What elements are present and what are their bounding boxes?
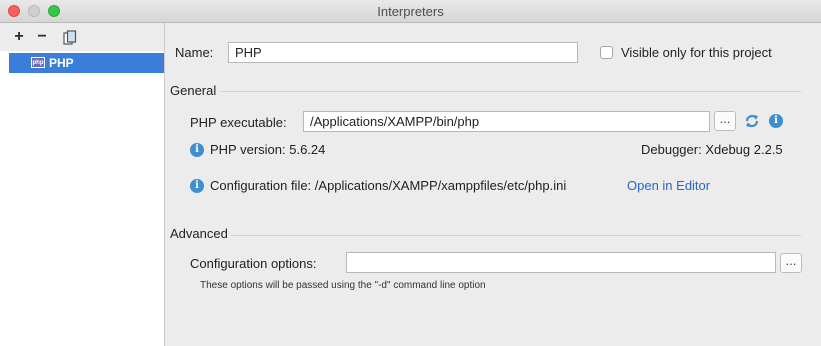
- php-version-info-icon: i: [190, 143, 204, 157]
- copy-icon[interactable]: [62, 30, 78, 46]
- php-icon: php: [31, 57, 45, 68]
- configuration-options-label: Configuration options:: [190, 256, 317, 271]
- remove-icon[interactable]: −: [34, 29, 50, 45]
- name-input[interactable]: [228, 42, 578, 63]
- interpreter-list-panel: + − php PHP: [0, 23, 165, 346]
- debugger-text: Debugger: Xdebug 2.2.5: [641, 142, 783, 157]
- advanced-separator: [231, 235, 801, 236]
- open-in-editor-link[interactable]: Open in Editor: [627, 178, 710, 193]
- browse-executable-button[interactable]: ...: [714, 111, 736, 131]
- add-icon[interactable]: +: [11, 29, 27, 45]
- config-file-text: Configuration file: /Applications/XAMPP/…: [210, 178, 567, 193]
- list-toolbar: + −: [0, 23, 164, 51]
- visible-only-label: Visible only for this project: [621, 45, 772, 60]
- browse-options-button[interactable]: ...: [780, 253, 802, 273]
- general-section-title: General: [170, 83, 217, 98]
- interpreters-dialog: Interpreters + − php PHP Name: Visible o…: [0, 0, 821, 346]
- name-label: Name:: [175, 45, 214, 60]
- configuration-options-hint: These options will be passed using the "…: [200, 280, 486, 291]
- sidebar-item-php[interactable]: php PHP: [9, 53, 164, 73]
- title-bar: Interpreters: [0, 0, 821, 23]
- refresh-icon[interactable]: [744, 113, 760, 129]
- visible-only-checkbox[interactable]: [600, 46, 613, 59]
- advanced-section-title: Advanced: [170, 226, 228, 241]
- general-separator: [221, 91, 801, 92]
- sidebar-item-label: PHP: [49, 56, 74, 70]
- php-executable-input[interactable]: [303, 111, 710, 132]
- configuration-options-input[interactable]: [346, 252, 776, 273]
- config-file-info-icon: i: [190, 179, 204, 193]
- info-icon[interactable]: i: [769, 114, 783, 128]
- window-title: Interpreters: [377, 4, 444, 19]
- php-version-text: PHP version: 5.6.24: [210, 142, 326, 157]
- php-executable-label: PHP executable:: [190, 115, 287, 130]
